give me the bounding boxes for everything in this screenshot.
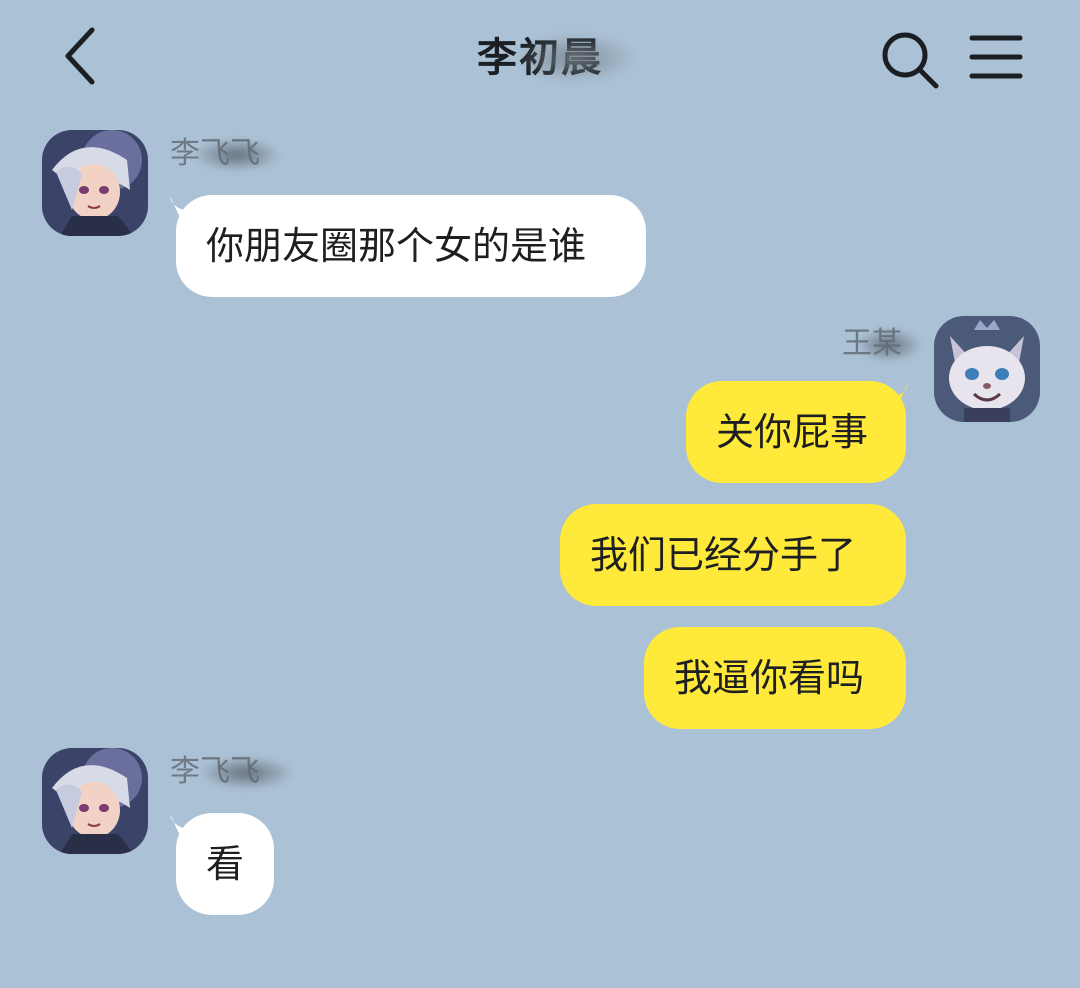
message-bubble-outgoing[interactable]: 我逼你看吗 [644, 627, 906, 729]
sender-name: 李飞飞 [170, 752, 294, 792]
message-bubble-outgoing[interactable]: 我们已经分手了 [560, 504, 906, 606]
redaction-blur [515, 34, 635, 82]
chat-screen: 李初晨 李飞飞 [0, 0, 1080, 988]
message-bubble-outgoing[interactable]: 关你屁事 [686, 381, 906, 483]
redaction-blur [192, 138, 282, 172]
character-avatar-icon [42, 748, 148, 854]
page-title: 李初晨 [477, 26, 635, 90]
avatar[interactable] [42, 130, 148, 236]
search-button[interactable] [878, 28, 942, 92]
redaction-blur [856, 328, 922, 362]
message-bubble-incoming[interactable]: 看 [176, 813, 274, 915]
back-button[interactable] [58, 26, 102, 86]
avatar[interactable] [934, 316, 1040, 422]
sender-name: 李飞飞 [170, 134, 282, 174]
sender-name: 王某 [842, 324, 922, 364]
cat-character-avatar-icon [934, 316, 1040, 422]
chevron-left-icon [65, 27, 95, 85]
redaction-blur [198, 756, 294, 790]
search-icon [882, 32, 939, 89]
avatar[interactable] [42, 748, 148, 854]
character-avatar-icon [42, 130, 148, 236]
hamburger-menu-icon [969, 35, 1023, 79]
message-bubble-incoming[interactable]: 你朋友圈那个女的是谁 [176, 195, 646, 297]
menu-button[interactable] [966, 30, 1026, 86]
